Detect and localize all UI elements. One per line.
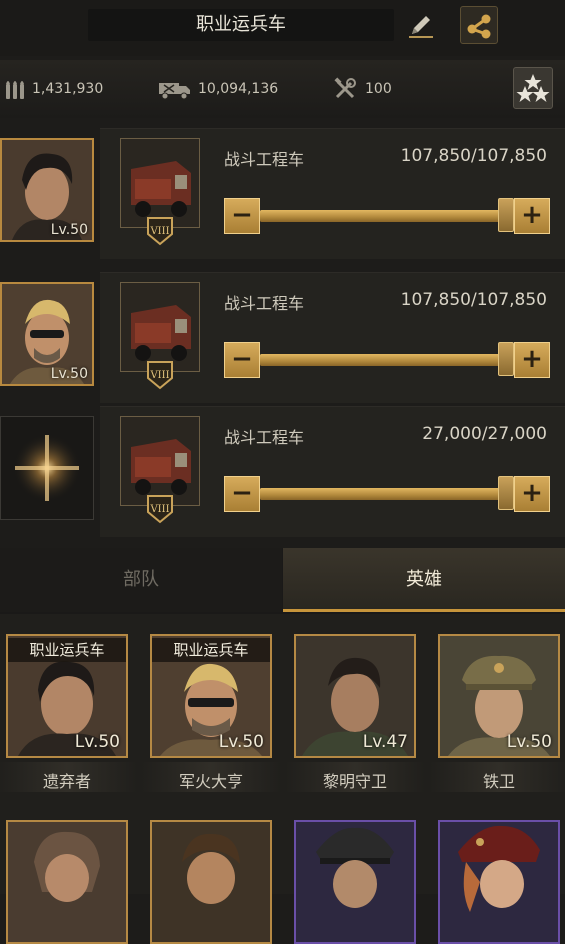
hero-card[interactable]: 职业运兵车 Lv.50 <box>150 634 272 758</box>
increase-button[interactable]: + <box>514 342 550 378</box>
truck-icon <box>121 417 199 505</box>
share-button[interactable] <box>460 6 498 44</box>
hero-card[interactable] <box>6 820 128 944</box>
plus-icon: + <box>521 344 543 374</box>
hero-name: 黎明守卫 <box>322 772 387 791</box>
hero-level: Lv.50 <box>50 366 88 382</box>
pencil-icon <box>409 16 433 38</box>
empty-hero-slot[interactable] <box>0 416 94 520</box>
troop-slider[interactable] <box>260 210 506 222</box>
minus-icon: − <box>231 200 253 230</box>
hero-assignment-tag: 职业运兵车 <box>8 638 126 662</box>
hero-assignment-tag: 职业运兵车 <box>152 638 270 662</box>
hero-card[interactable]: Lv.50 <box>438 634 560 758</box>
increase-button[interactable]: + <box>514 198 550 234</box>
rank-shield-icon: VIII <box>147 361 173 390</box>
troop-count: 27,000/27,000 <box>422 424 547 444</box>
slot-hero-portrait[interactable]: Lv.50 <box>0 282 94 386</box>
squad-slot: VIII 战斗工程车 27,000/27,000 − + <box>0 406 565 538</box>
truck-name: 战斗工程车 <box>224 294 305 313</box>
stars-icon <box>516 74 550 102</box>
slot-hero-portrait[interactable]: Lv.50 <box>0 138 94 242</box>
truck-rank: VIII <box>149 226 169 237</box>
hero-card[interactable]: Lv.47 <box>294 634 416 758</box>
share-icon <box>467 14 491 39</box>
tab-heroes[interactable]: 英雄 <box>283 548 565 612</box>
rank-shield-icon: VIII <box>147 495 173 524</box>
slider-handle[interactable] <box>498 476 514 510</box>
rank-stars-button[interactable] <box>513 67 553 109</box>
decrease-button[interactable]: − <box>224 342 260 378</box>
truck-name: 战斗工程车 <box>224 150 305 169</box>
minus-icon: − <box>231 478 253 508</box>
stat-truck-load-value: 10,094,136 <box>198 81 279 97</box>
tools-icon <box>334 77 356 99</box>
decrease-button[interactable]: − <box>224 198 260 234</box>
truck-portrait[interactable] <box>120 282 200 372</box>
edit-name-button[interactable] <box>404 8 438 42</box>
truck-rank: VIII <box>149 504 169 515</box>
hero-card[interactable] <box>294 820 416 944</box>
hero-portrait-image <box>296 822 414 942</box>
troop-count: 107,850/107,850 <box>400 146 547 166</box>
hero-level: Lv.47 <box>362 732 408 752</box>
truck-name: 战斗工程车 <box>224 428 305 447</box>
page-title: 职业运兵车 <box>88 9 394 41</box>
hero-grid: 职业运兵车 Lv.50 遗弃者 职业运兵车 Lv.50 军火大亨 Lv.47 黎… <box>0 614 565 944</box>
troop-slider-fill <box>260 488 506 500</box>
troop-count: 107,850/107,850 <box>400 290 547 310</box>
increase-button[interactable]: + <box>514 476 550 512</box>
truck-portrait[interactable] <box>120 416 200 506</box>
truck-portrait[interactable] <box>120 138 200 228</box>
troop-slider[interactable] <box>260 488 506 500</box>
decrease-button[interactable]: − <box>224 476 260 512</box>
hero-card[interactable] <box>438 820 560 944</box>
tab-troops[interactable]: 部队 <box>0 548 282 612</box>
minus-icon: − <box>231 344 253 374</box>
truck-icon <box>121 139 199 227</box>
plus-icon: + <box>521 478 543 508</box>
stat-ammo-value: 1,431,930 <box>32 81 104 97</box>
squad-slot: Lv.50 VIII 战斗工程车 107,850/107,850 − + <box>0 272 565 404</box>
slider-handle[interactable] <box>498 198 514 232</box>
hero-level: Lv.50 <box>506 732 552 752</box>
empty-slot-glow-icon <box>1 417 93 519</box>
stat-tools-value: 100 <box>365 81 392 97</box>
hero-card[interactable] <box>150 820 272 944</box>
hero-portrait-image <box>440 822 558 942</box>
troop-slider-fill <box>260 354 506 366</box>
header-bar: 职业运兵车 <box>0 0 565 56</box>
tab-bar: 部队 英雄 <box>0 548 565 614</box>
troop-slider[interactable] <box>260 354 506 366</box>
ammo-icon <box>6 81 24 99</box>
squad-slot: Lv.50 VIII 战斗工程车 107,850/107,850 − + <box>0 128 565 260</box>
plus-icon: + <box>521 200 543 230</box>
troop-slider-fill <box>260 210 506 222</box>
hero-card[interactable]: 职业运兵车 Lv.50 <box>6 634 128 758</box>
hero-level: Lv.50 <box>50 222 88 238</box>
hero-level: Lv.50 <box>74 732 120 752</box>
hero-name: 铁卫 <box>482 772 515 791</box>
truck-icon <box>121 283 199 371</box>
hero-level: Lv.50 <box>218 732 264 752</box>
hero-name: 遗弃者 <box>42 772 91 791</box>
slider-handle[interactable] <box>498 342 514 376</box>
truck-load-icon <box>159 83 190 100</box>
truck-rank: VIII <box>149 370 169 381</box>
resource-stats-bar: 1,431,930 10,094,136 100 <box>0 60 565 118</box>
hero-portrait-image <box>8 822 126 942</box>
rank-shield-icon: VIII <box>147 217 173 246</box>
hero-name: 军火大亨 <box>178 772 243 791</box>
hero-portrait-image <box>152 822 270 942</box>
